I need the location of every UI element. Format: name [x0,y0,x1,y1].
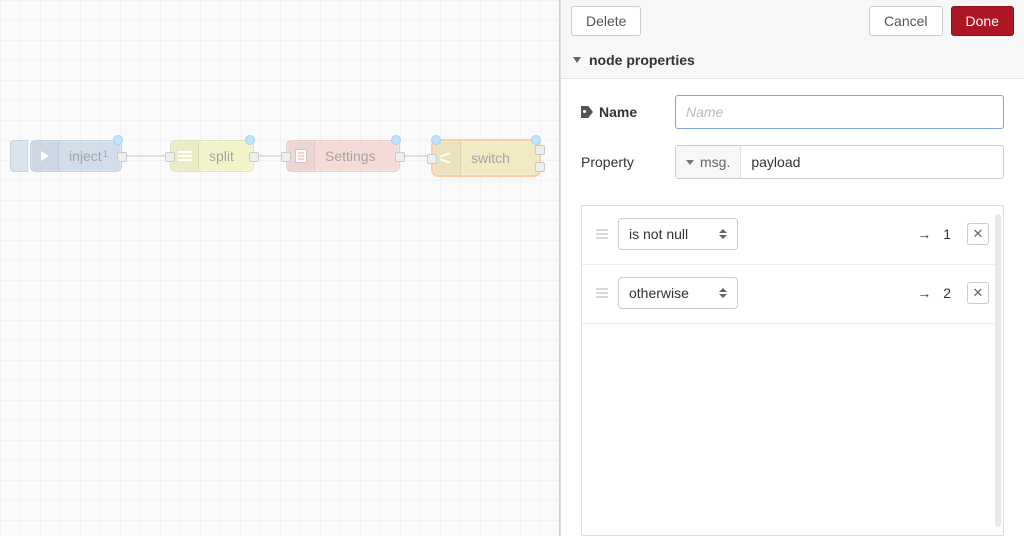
chevron-down-icon [573,57,581,63]
cancel-button[interactable]: Cancel [869,6,943,36]
node-port-out[interactable] [117,152,127,162]
rule-row: otherwise → 2 ✕ [582,265,1003,324]
property-typed-input[interactable]: msg. payload [675,145,1004,179]
section-header-node-properties[interactable]: node properties [561,42,1024,79]
node-port-out[interactable] [249,152,259,162]
panel-toolbar: Delete Cancel Done [561,0,1024,42]
property-value[interactable]: payload [741,154,810,170]
node-split[interactable]: split [170,140,254,172]
tag-icon [581,106,593,118]
node-changed-dot-icon [245,135,255,145]
node-label: switch [461,150,520,166]
arrow-right-icon: → [917,226,931,242]
name-input[interactable] [675,95,1004,129]
rule-operator-select[interactable]: otherwise [618,277,738,309]
switch-icon [433,141,461,175]
node-changed-dot-icon [531,135,541,145]
remove-rule-button[interactable]: ✕ [967,223,989,245]
rule-operator-label: is not null [629,226,688,242]
file-icon [287,141,315,171]
rule-operator-label: otherwise [629,285,689,301]
edit-panel: Delete Cancel Done node properties Name … [560,0,1024,536]
inject-icon [31,141,59,171]
drag-handle-icon[interactable] [596,288,608,298]
node-label: Settings [315,148,386,164]
node-label: split [199,148,244,164]
rule-operator-select[interactable]: is not null [618,218,738,250]
split-icon [171,141,199,171]
property-label: Property [581,154,661,170]
remove-rule-button[interactable]: ✕ [967,282,989,304]
node-changed-dot-icon [391,135,401,145]
select-updown-icon [719,229,727,239]
node-port-out-2[interactable] [535,162,545,172]
node-properties-form: Name Property msg. payload [561,79,1024,205]
node-port-out-1[interactable] [535,145,545,155]
delete-button[interactable]: Delete [571,6,641,36]
property-type-label: msg. [700,154,730,170]
node-port-in[interactable] [165,152,175,162]
rule-output-number: 2 [943,285,951,301]
node-port-out[interactable] [395,152,405,162]
property-type-selector[interactable]: msg. [676,146,741,178]
name-label: Name [581,104,661,120]
node-inject[interactable]: inject1 [30,140,122,172]
node-label: inject1 [59,148,117,164]
done-button[interactable]: Done [951,6,1014,36]
section-title: node properties [589,52,695,68]
node-changed-dot-icon [431,135,441,145]
rule-output-number: 1 [943,226,951,242]
rules-list: is not null → 1 ✕ otherwise → 2 ✕ [581,205,1004,536]
drag-handle-icon[interactable] [596,229,608,239]
arrow-right-icon: → [917,285,931,301]
inject-trigger-button[interactable] [10,140,28,172]
rule-row: is not null → 1 ✕ [582,206,1003,265]
node-changed-dot-icon [113,135,123,145]
caret-down-icon [686,160,694,165]
node-port-in[interactable] [427,154,437,164]
select-updown-icon [719,288,727,298]
node-settings[interactable]: Settings [286,140,400,172]
node-port-in[interactable] [281,152,291,162]
flow-canvas[interactable]: inject1 split Settings switch [0,0,560,536]
node-switch[interactable]: switch [432,140,540,176]
